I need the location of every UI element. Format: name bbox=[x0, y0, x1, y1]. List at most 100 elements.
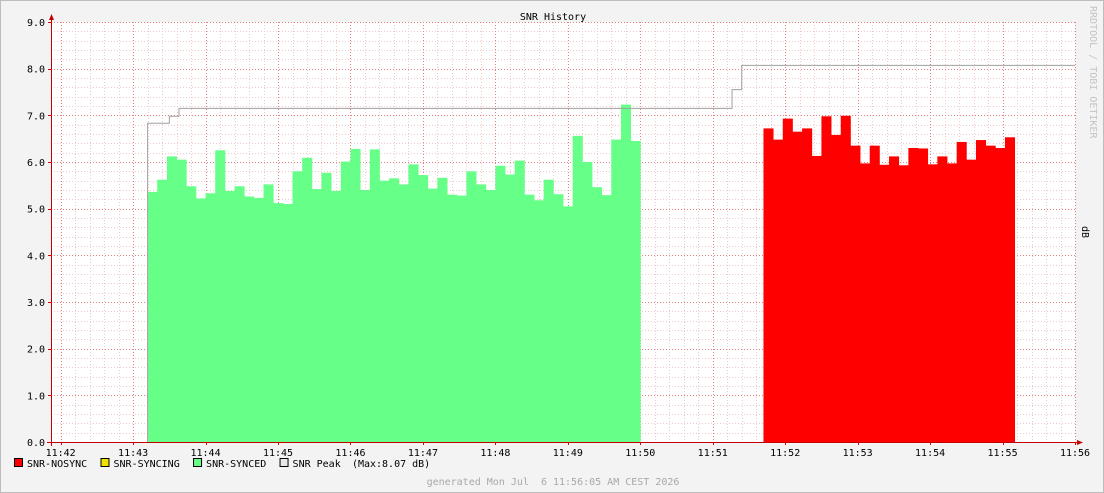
bar-snr-synced bbox=[563, 206, 574, 442]
bar-snr-nosync bbox=[850, 145, 861, 442]
bar-snr-synced bbox=[215, 150, 226, 443]
y-tick-label: 6.0 bbox=[27, 158, 45, 169]
x-tick-label: 11:52 bbox=[770, 448, 800, 459]
bar-snr-synced bbox=[514, 160, 525, 442]
bar-snr-nosync bbox=[937, 156, 948, 442]
y-tick-label: 5.0 bbox=[27, 205, 45, 216]
y-tick-label: 0.0 bbox=[27, 438, 45, 449]
bar-snr-nosync bbox=[966, 159, 977, 442]
bar-snr-synced bbox=[427, 188, 438, 442]
x-tick-label: 11:44 bbox=[191, 448, 221, 459]
y-tick-label: 9.0 bbox=[27, 18, 45, 29]
bar-snr-synced bbox=[611, 139, 622, 442]
chart-title: SNR History bbox=[520, 12, 586, 23]
x-tick-label: 11:50 bbox=[625, 448, 655, 459]
generated-footer: generated Mon Jul 6 11:56:05 AM CEST 202… bbox=[427, 477, 680, 488]
legend-label-snr-peak: SNR Peak bbox=[293, 459, 341, 470]
bar-snr-synced bbox=[263, 184, 274, 442]
x-tick-label: 11:45 bbox=[263, 448, 293, 459]
bar-snr-nosync bbox=[956, 141, 967, 442]
x-tick-label: 11:51 bbox=[698, 448, 728, 459]
x-axis-arrow bbox=[1077, 440, 1083, 445]
bar-snr-synced bbox=[572, 135, 583, 442]
bar-snr-synced bbox=[466, 171, 477, 443]
bar-snr-nosync bbox=[763, 128, 774, 442]
x-tick-label: 11:46 bbox=[335, 448, 365, 459]
x-tick-label: 11:49 bbox=[553, 448, 583, 459]
bar-snr-synced bbox=[495, 165, 506, 442]
bar-snr-nosync bbox=[918, 148, 929, 442]
bar-snr-synced bbox=[350, 148, 361, 442]
y-axis-label: dB bbox=[1079, 226, 1090, 238]
bar-snr-synced bbox=[282, 204, 293, 442]
bar-snr-synced bbox=[447, 194, 458, 442]
y-tick-label: 1.0 bbox=[27, 391, 45, 402]
x-tick-label: 11:54 bbox=[915, 448, 945, 459]
bar-snr-synced bbox=[398, 184, 409, 442]
bar-snr-synced bbox=[476, 184, 487, 442]
y-tick-label: 4.0 bbox=[27, 251, 45, 262]
bar-snr-nosync bbox=[995, 148, 1006, 442]
rrdtool-watermark: RRDTOOL / TOBI OETIKER bbox=[1087, 6, 1098, 139]
bar-snr-synced bbox=[485, 190, 496, 442]
y-tick-label: 7.0 bbox=[27, 111, 45, 122]
bar-snr-synced bbox=[302, 157, 313, 443]
bar-snr-synced bbox=[379, 180, 390, 442]
y-tick-label: 8.0 bbox=[27, 65, 45, 76]
bar-snr-nosync bbox=[985, 145, 996, 442]
bar-snr-nosync bbox=[840, 115, 851, 443]
bar-snr-nosync bbox=[908, 148, 919, 442]
bar-snr-synced bbox=[553, 194, 564, 442]
y-axis-arrow bbox=[49, 14, 54, 20]
y-tick-label: 3.0 bbox=[27, 298, 45, 309]
bar-snr-nosync bbox=[860, 163, 871, 442]
bar-snr-synced bbox=[456, 195, 467, 442]
x-tick-label: 11:48 bbox=[480, 448, 510, 459]
x-tick-label: 11:55 bbox=[987, 448, 1017, 459]
x-tick-label: 11:56 bbox=[1060, 448, 1090, 459]
bar-snr-nosync bbox=[831, 134, 842, 442]
bar-snr-synced bbox=[195, 198, 206, 442]
bar-snr-synced bbox=[253, 197, 264, 442]
bar-snr-nosync bbox=[889, 156, 900, 442]
bar-snr-synced bbox=[437, 177, 448, 442]
bar-snr-synced bbox=[543, 179, 554, 442]
bar-snr-synced bbox=[524, 194, 535, 442]
legend-swatch-snr-nosync bbox=[14, 458, 23, 467]
bar-snr-synced bbox=[311, 189, 322, 442]
x-tick-label: 11:47 bbox=[408, 448, 438, 459]
x-tick-label: 11:53 bbox=[843, 448, 873, 459]
legend-label-snr-syncing: SNR-SYNCING bbox=[114, 459, 180, 470]
bar-snr-nosync bbox=[792, 131, 803, 442]
bar-snr-synced bbox=[205, 193, 216, 442]
snr-history-chart: 0.0 1.0 2.0 3.0 4.0 5.0 6.0 7.0 8.0 9.0 11:42 11:4… bbox=[0, 0, 1104, 493]
legend-peak-max: (Max:8.07 dB) bbox=[352, 459, 430, 470]
bar-snr-synced bbox=[234, 186, 245, 442]
x-tick-label: 11:43 bbox=[118, 448, 148, 459]
legend-label-snr-synced: SNR-SYNCED bbox=[206, 459, 266, 470]
bar-snr-synced bbox=[408, 164, 419, 443]
x-tick-label: 11:42 bbox=[46, 448, 76, 459]
bar-snr-synced bbox=[157, 179, 168, 442]
bar-snr-synced bbox=[369, 149, 380, 442]
bar-snr-synced bbox=[601, 195, 612, 442]
bar-snr-nosync bbox=[811, 155, 822, 442]
legend-swatch-snr-synced bbox=[193, 458, 203, 467]
bar-snr-synced bbox=[505, 174, 516, 442]
legend-label-snr-nosync: SNR-NOSYNC bbox=[27, 459, 87, 470]
bar-snr-nosync bbox=[869, 145, 880, 442]
bar-snr-synced bbox=[166, 156, 177, 442]
bar-snr-nosync bbox=[782, 118, 793, 442]
bar-snr-synced bbox=[224, 190, 235, 442]
bar-snr-nosync bbox=[879, 164, 890, 443]
bar-snr-synced bbox=[273, 203, 284, 442]
bar-snr-nosync bbox=[947, 163, 958, 442]
legend-swatch-snr-syncing bbox=[100, 458, 110, 467]
bar-snr-synced bbox=[292, 171, 303, 443]
bar-snr-synced bbox=[620, 104, 632, 442]
chart-canvas: 0.0 1.0 2.0 3.0 4.0 5.0 6.0 7.0 8.0 9.0 11:42 11:4… bbox=[14, 6, 1098, 488]
bar-snr-synced bbox=[534, 200, 545, 442]
bar-snr-nosync bbox=[1004, 137, 1016, 442]
bar-snr-synced bbox=[244, 196, 255, 442]
legend-swatch-snr-peak bbox=[279, 458, 289, 467]
